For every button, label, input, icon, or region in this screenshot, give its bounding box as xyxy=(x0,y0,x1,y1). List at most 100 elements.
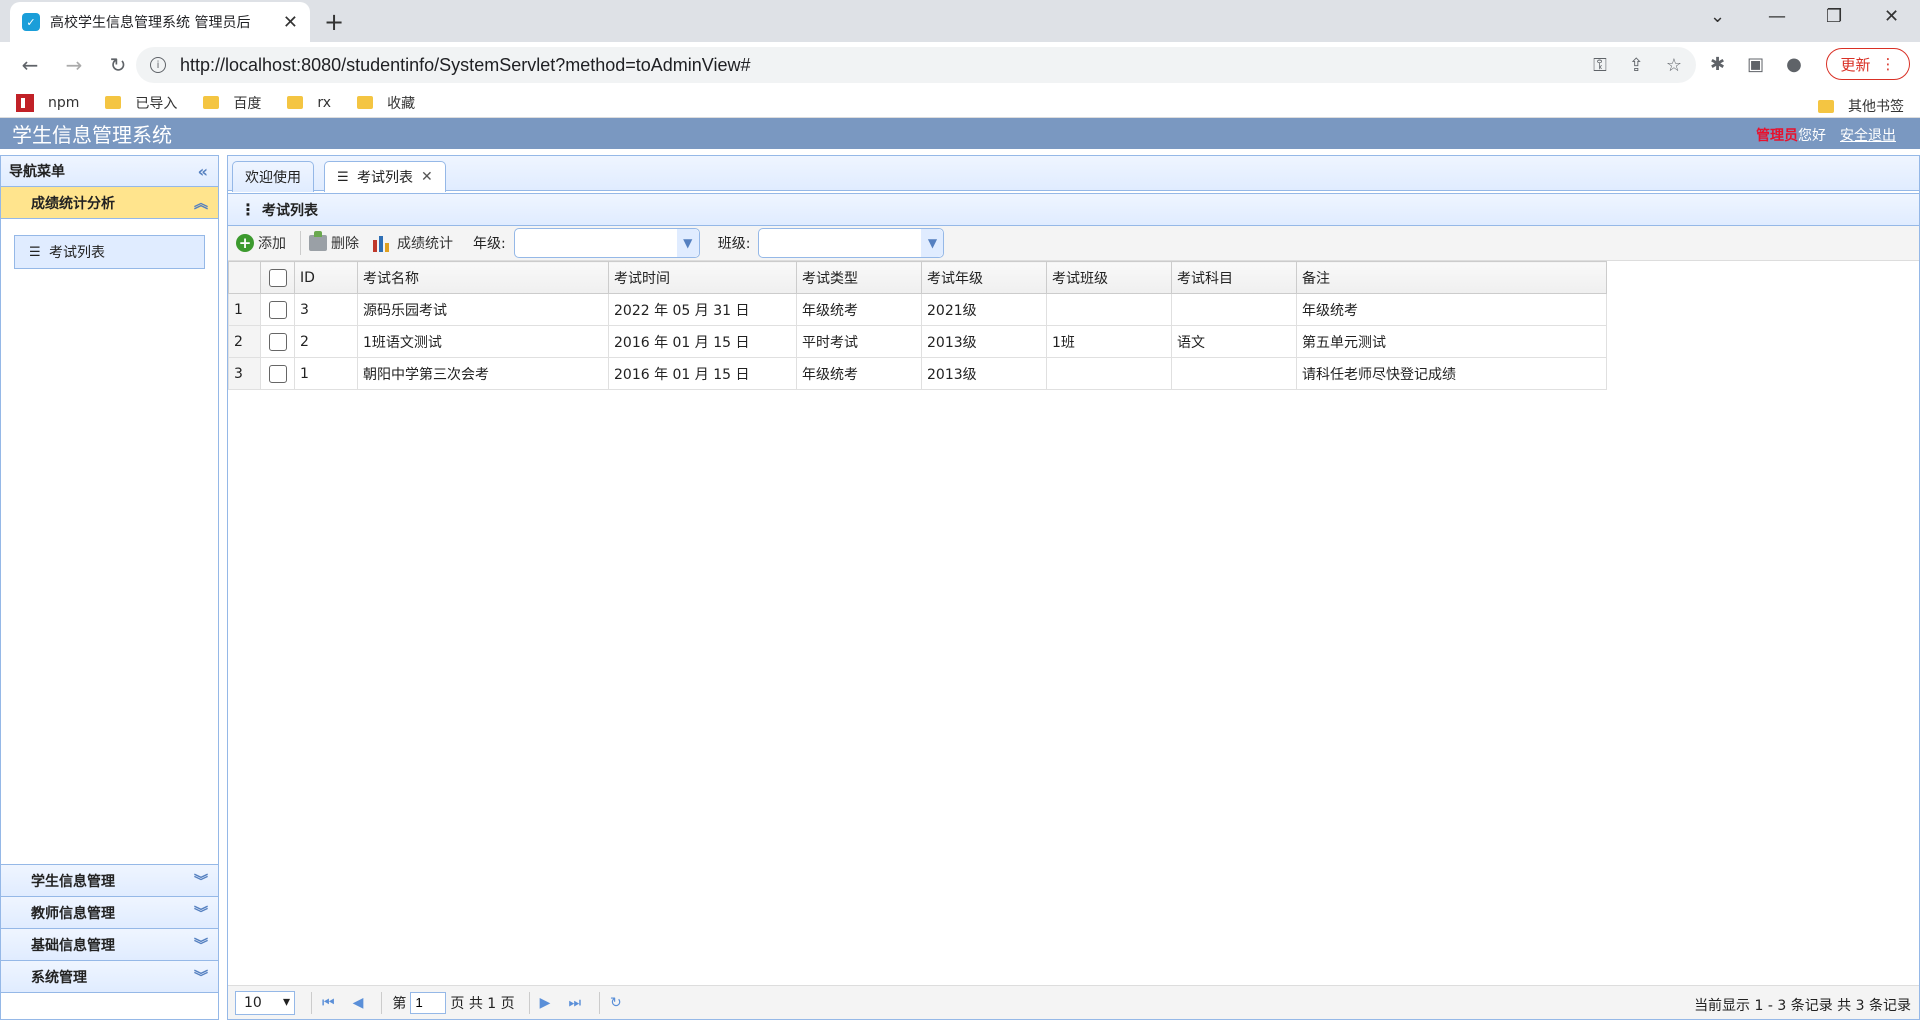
bookmark-rx[interactable]: rx xyxy=(287,95,331,111)
nav-item-exam-list[interactable]: ☰ 考试列表 xyxy=(14,235,205,269)
column-header[interactable]: 考试科目 xyxy=(1171,261,1297,294)
class-combo[interactable]: ▼ xyxy=(758,228,945,258)
nav-section-teacher[interactable]: 教师信息管理 ︾ xyxy=(1,897,218,929)
page-number-input[interactable] xyxy=(410,991,447,1014)
cell-class xyxy=(1046,357,1172,390)
column-header[interactable]: ID xyxy=(294,261,358,294)
add-button[interactable]: + 添加 xyxy=(236,233,286,253)
profile-icon[interactable]: ● xyxy=(1786,54,1802,75)
window-close-icon[interactable]: ✕ xyxy=(1884,6,1899,27)
browser-tab[interactable]: ✓ 高校学生信息管理系统 管理员后 ✕ xyxy=(10,2,310,42)
cell-subject xyxy=(1171,293,1297,326)
row-number: 3 xyxy=(228,357,261,390)
table-row[interactable]: 1 3 源码乐园考试 2022 年 05 月 31 日 年级统考 2021级 年… xyxy=(228,293,1607,326)
new-tab-icon[interactable]: + xyxy=(324,8,344,36)
maximize-icon[interactable]: ❐ xyxy=(1826,6,1842,27)
folder-icon xyxy=(105,96,122,109)
browser-toolbar: ← → ↻ i http://localhost:8080/studentinf… xyxy=(0,42,1920,88)
folder-icon xyxy=(1818,99,1834,113)
row-checkbox[interactable] xyxy=(268,300,287,319)
class-label: 班级: xyxy=(717,236,751,252)
forward-icon[interactable]: → xyxy=(56,53,92,77)
table-row[interactable]: 2 2 1班语文测试 2016 年 01 月 15 日 平时考试 2013级 1… xyxy=(228,325,1607,358)
tab-exam-list[interactable]: ☰ 考试列表 ✕ xyxy=(324,161,446,192)
refresh-icon[interactable]: ↻ xyxy=(610,995,622,1011)
folder-icon xyxy=(357,96,374,109)
collapse-left-icon[interactable]: « xyxy=(198,162,208,181)
info-icon[interactable]: i xyxy=(150,57,166,73)
column-header[interactable]: 考试年级 xyxy=(921,261,1047,294)
more-icon: ⋮ xyxy=(240,200,256,219)
key-icon[interactable]: ⚿ xyxy=(1593,55,1607,76)
bookmark-baidu[interactable]: 百度 xyxy=(203,93,261,113)
nav-section-student[interactable]: 学生信息管理 ︾ xyxy=(1,865,218,897)
column-header[interactable]: 考试名称 xyxy=(357,261,609,294)
page-size-select[interactable]: 10 xyxy=(235,990,295,1015)
tab-welcome[interactable]: 欢迎使用 xyxy=(232,161,314,192)
column-header[interactable]: 备注 xyxy=(1296,261,1607,294)
cell-time: 2016 年 01 月 15 日 xyxy=(608,325,797,358)
pager-divider xyxy=(599,991,601,1014)
stats-label: 成绩统计 xyxy=(397,236,453,252)
grade-combo[interactable]: ▼ xyxy=(513,228,700,258)
select-all-header[interactable] xyxy=(260,261,295,294)
bookmark-other[interactable]: 其他书签 xyxy=(1818,96,1904,116)
user-role: 管理员 xyxy=(1756,128,1798,144)
chevron-down-icon[interactable]: ▼ xyxy=(676,229,699,257)
table-header-row: ID 考试名称 考试时间 考试类型 考试年级 考试班级 考试科目 备注 xyxy=(228,261,1607,294)
close-icon[interactable]: ✕ xyxy=(283,12,298,33)
select-all-checkbox[interactable] xyxy=(268,268,287,287)
side-panel-icon[interactable]: ▣ xyxy=(1747,54,1764,75)
cell-name: 1班语文测试 xyxy=(357,325,609,358)
tab-search-icon[interactable]: ⌄ xyxy=(1710,6,1725,27)
nav-section-system[interactable]: 系统管理 ︾ xyxy=(1,961,218,993)
next-page-icon[interactable]: ▶ xyxy=(540,995,551,1011)
column-header[interactable]: 考试时间 xyxy=(608,261,797,294)
update-button[interactable]: 更新 ⋮ xyxy=(1826,48,1910,80)
last-page-icon[interactable]: ⏭ xyxy=(568,995,581,1011)
pager-divider xyxy=(311,991,312,1014)
cell-remark: 年级统考 xyxy=(1296,293,1607,326)
nav-section-label: 成绩统计分析 xyxy=(31,195,115,212)
row-number: 2 xyxy=(228,325,261,358)
back-icon[interactable]: ← xyxy=(12,53,48,77)
cell-time: 2016 年 01 月 15 日 xyxy=(608,357,797,390)
stats-button[interactable]: 成绩统计 xyxy=(373,233,453,253)
row-select[interactable] xyxy=(260,293,295,326)
chevron-down-icon[interactable]: ▼ xyxy=(921,229,944,257)
add-icon: + xyxy=(236,234,254,252)
minimize-icon[interactable]: — xyxy=(1768,6,1786,27)
close-icon[interactable]: ✕ xyxy=(421,169,433,185)
table-row[interactable]: 3 1 朝阳中学第三次会考 2016 年 01 月 15 日 年级统考 2013… xyxy=(228,357,1607,390)
delete-icon xyxy=(309,231,327,251)
first-page-icon[interactable]: ⏮ xyxy=(322,995,335,1011)
cell-name: 源码乐园考试 xyxy=(357,293,609,326)
extensions-icon[interactable]: ✱ xyxy=(1710,54,1725,75)
nav-section-basic[interactable]: 基础信息管理 ︾ xyxy=(1,929,218,961)
grade-label: 年级: xyxy=(473,236,506,252)
prev-page-icon[interactable]: ◀ xyxy=(353,995,364,1011)
nav-section-score-analysis[interactable]: 成绩统计分析 ︽ xyxy=(1,187,218,219)
npm-icon xyxy=(16,93,34,112)
address-bar[interactable]: i http://localhost:8080/studentinfo/Syst… xyxy=(136,47,1696,83)
row-select[interactable] xyxy=(260,325,295,358)
bookmark-favorites[interactable]: 收藏 xyxy=(357,93,415,113)
logout-link[interactable]: 安全退出 xyxy=(1840,128,1896,144)
panel-title-text: 考试列表 xyxy=(262,202,318,219)
cell-class: 1班 xyxy=(1046,325,1172,358)
user-info: 管理员您好 安全退出 xyxy=(1756,125,1896,145)
share-icon[interactable]: ⇪ xyxy=(1629,55,1644,76)
tab-label: 考试列表 xyxy=(357,170,413,186)
delete-button[interactable]: 删除 xyxy=(309,231,359,253)
row-select[interactable] xyxy=(260,357,295,390)
pager-divider xyxy=(381,991,383,1014)
reload-icon[interactable]: ↻ xyxy=(100,53,136,77)
bookmark-imported[interactable]: 已导入 xyxy=(105,93,177,113)
bookmark-npm[interactable]: npm xyxy=(16,93,79,112)
column-header[interactable]: 考试班级 xyxy=(1046,261,1172,294)
rownum-header xyxy=(228,261,261,294)
column-header[interactable]: 考试类型 xyxy=(796,261,922,294)
star-icon[interactable]: ☆ xyxy=(1666,55,1682,76)
row-checkbox[interactable] xyxy=(268,364,287,383)
row-checkbox[interactable] xyxy=(268,332,287,351)
